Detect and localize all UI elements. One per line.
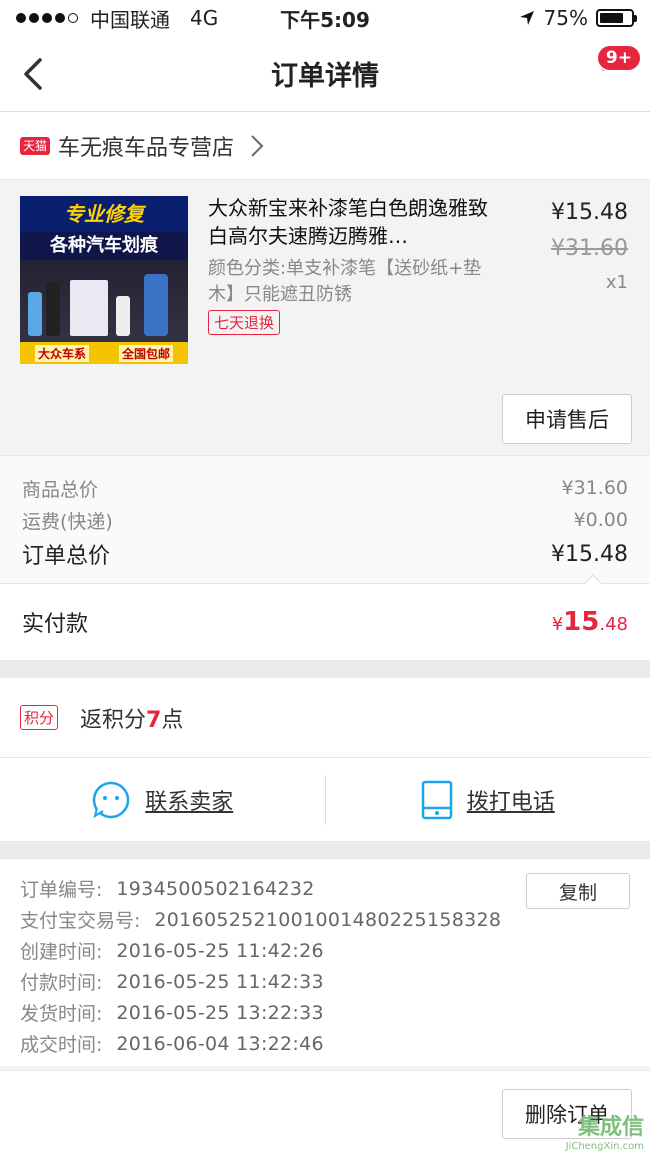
status-time: 下午5:09	[280, 7, 370, 32]
order-total-row: 订单总价 ¥15.48	[22, 536, 628, 572]
goods-total-value: ¥31.60	[561, 477, 628, 499]
shop-row[interactable]: 天猫 车无痕车品专营店	[0, 112, 650, 180]
product-attributes: 颜色分类:单支补漆笔【送砂纸+垫木】只能遮丑防锈	[208, 258, 482, 305]
notification-badge: 9+	[595, 44, 642, 72]
page-title: 订单详情	[271, 61, 379, 92]
product-price: ¥15.48	[551, 200, 628, 225]
status-bar: 中国联通 4G 下午5:09 75%	[0, 0, 650, 36]
image-text-top: 专业修复	[20, 196, 188, 232]
order-info-label: 发货时间:	[20, 1003, 103, 1025]
shop-name: 车无痕车品专营店	[58, 135, 235, 161]
shipping-value: ¥0.00	[573, 509, 628, 531]
order-info-value: 1934500502164232	[116, 877, 315, 900]
battery-icon	[596, 9, 637, 27]
product-original-price: ¥31.60	[551, 236, 628, 261]
image-text-bottom: 大众车系 全国包邮	[20, 342, 188, 364]
price-summary: 商品总价 ¥31.60 运费(快递) ¥0.00 订单总价 ¥15.48	[0, 456, 650, 584]
status-right: 75%	[518, 6, 637, 30]
product-item[interactable]: 专业修复 各种汽车划痕 大众车系 全国包邮 大众新宝来补漆笔白色朗逸雅致白高尔夫…	[0, 180, 650, 456]
order-info-label: 支付宝交易号:	[20, 910, 141, 932]
order-info-label: 成交时间:	[20, 1034, 103, 1056]
points-text: 返积分7点	[80, 702, 183, 734]
nav-bar: 订单详情 9+	[0, 36, 650, 112]
tmall-icon: 天猫	[20, 136, 51, 155]
points-icon: 积分	[20, 705, 59, 730]
status-left: 中国联通 4G	[16, 4, 218, 33]
return-policy-tag: 七天退换	[208, 310, 281, 335]
paid-label: 实付款	[22, 612, 89, 637]
order-info-value: 2016-06-04 13:22:46	[116, 1032, 324, 1055]
paid-currency: ¥	[551, 614, 564, 635]
order-info-value: 2016052521001001480225158328	[154, 908, 502, 931]
image-products	[20, 260, 188, 342]
goods-total-row: 商品总价 ¥31.60	[22, 472, 628, 504]
order-total-value: ¥15.48	[551, 541, 628, 567]
order-info-row: 创建时间: 2016-05-25 11:42:26	[20, 935, 630, 966]
order-info: 订单编号: 1934500502164232 支付宝交易号: 201605252100…	[0, 858, 650, 1066]
chevron-right-icon	[251, 134, 264, 157]
points-suffix: 点	[161, 707, 184, 733]
points-row: 积分 返积分7点	[0, 678, 650, 758]
goods-total-label: 商品总价	[22, 478, 99, 501]
paid-amount-row: 实付款 ¥15.48	[0, 584, 650, 660]
image-text-bottom-right: 全国包邮	[118, 344, 173, 362]
battery-fill	[600, 13, 623, 23]
pointer-notch	[584, 574, 602, 584]
order-info-value: 2016-05-25 11:42:26	[116, 939, 324, 962]
contact-seller-button[interactable]: 联系卖家	[0, 758, 325, 841]
image-text-mid: 各种汽车划痕	[20, 232, 188, 260]
order-info-value: 2016-05-25 11:42:33	[116, 970, 324, 993]
order-info-label: 订单编号:	[20, 879, 103, 901]
back-icon[interactable]	[18, 56, 52, 92]
product-image[interactable]: 专业修复 各种汽车划痕 大众车系 全国包邮	[20, 196, 188, 364]
product-quantity: x1	[605, 272, 628, 293]
copy-button[interactable]: 复制	[526, 873, 630, 909]
order-info-label: 付款时间:	[20, 972, 103, 994]
order-info-label: 创建时间:	[20, 941, 103, 963]
call-phone-button[interactable]: 拨打电话	[326, 758, 650, 841]
shipping-row: 运费(快递) ¥0.00	[22, 504, 628, 536]
section-gap	[0, 842, 650, 858]
section-gap	[0, 660, 650, 678]
product-title[interactable]: 大众新宝来补漆笔白色朗逸雅致白高尔夫速腾迈腾雅…	[208, 194, 498, 250]
contact-seller-label: 联系卖家	[145, 789, 234, 815]
order-info-value: 2016-05-25 13:22:33	[116, 1001, 324, 1024]
network-type: 4G	[190, 6, 219, 30]
phone-icon	[421, 780, 452, 819]
paid-amount: ¥15.48	[552, 607, 628, 637]
points-prefix: 返积分	[80, 707, 147, 733]
order-info-row: 发货时间: 2016-05-25 13:22:33	[20, 997, 630, 1028]
call-phone-label: 拨打电话	[466, 789, 555, 815]
contact-row: 联系卖家 拨打电话	[0, 758, 650, 842]
watermark-top: 集成信	[577, 1115, 644, 1140]
image-text-bottom-left: 大众车系	[34, 344, 89, 362]
paid-decimal: .48	[599, 614, 628, 635]
carrier-name: 中国联通	[90, 7, 170, 32]
battery-percent: 75%	[543, 6, 588, 30]
chat-bubble-icon	[92, 781, 130, 818]
paid-integer: 15	[563, 607, 600, 637]
order-info-row: 付款时间: 2016-05-25 11:42:33	[20, 966, 630, 997]
order-info-row: 成交时间: 2016-06-04 13:22:46	[20, 1028, 630, 1059]
after-sale-button[interactable]: 申请售后	[502, 394, 632, 444]
location-arrow-icon	[519, 11, 534, 25]
signal-strength-icon	[16, 13, 78, 23]
watermark: 集成信 JiChengXin.com	[566, 1109, 644, 1152]
bottom-bar: 删除订单 集成信 JiChengXin.com	[0, 1070, 650, 1156]
points-number: 7	[146, 707, 162, 733]
shipping-label: 运费(快递)	[22, 510, 113, 533]
order-total-label: 订单总价	[22, 544, 111, 569]
watermark-bottom: JiChengXin.com	[565, 1141, 644, 1152]
